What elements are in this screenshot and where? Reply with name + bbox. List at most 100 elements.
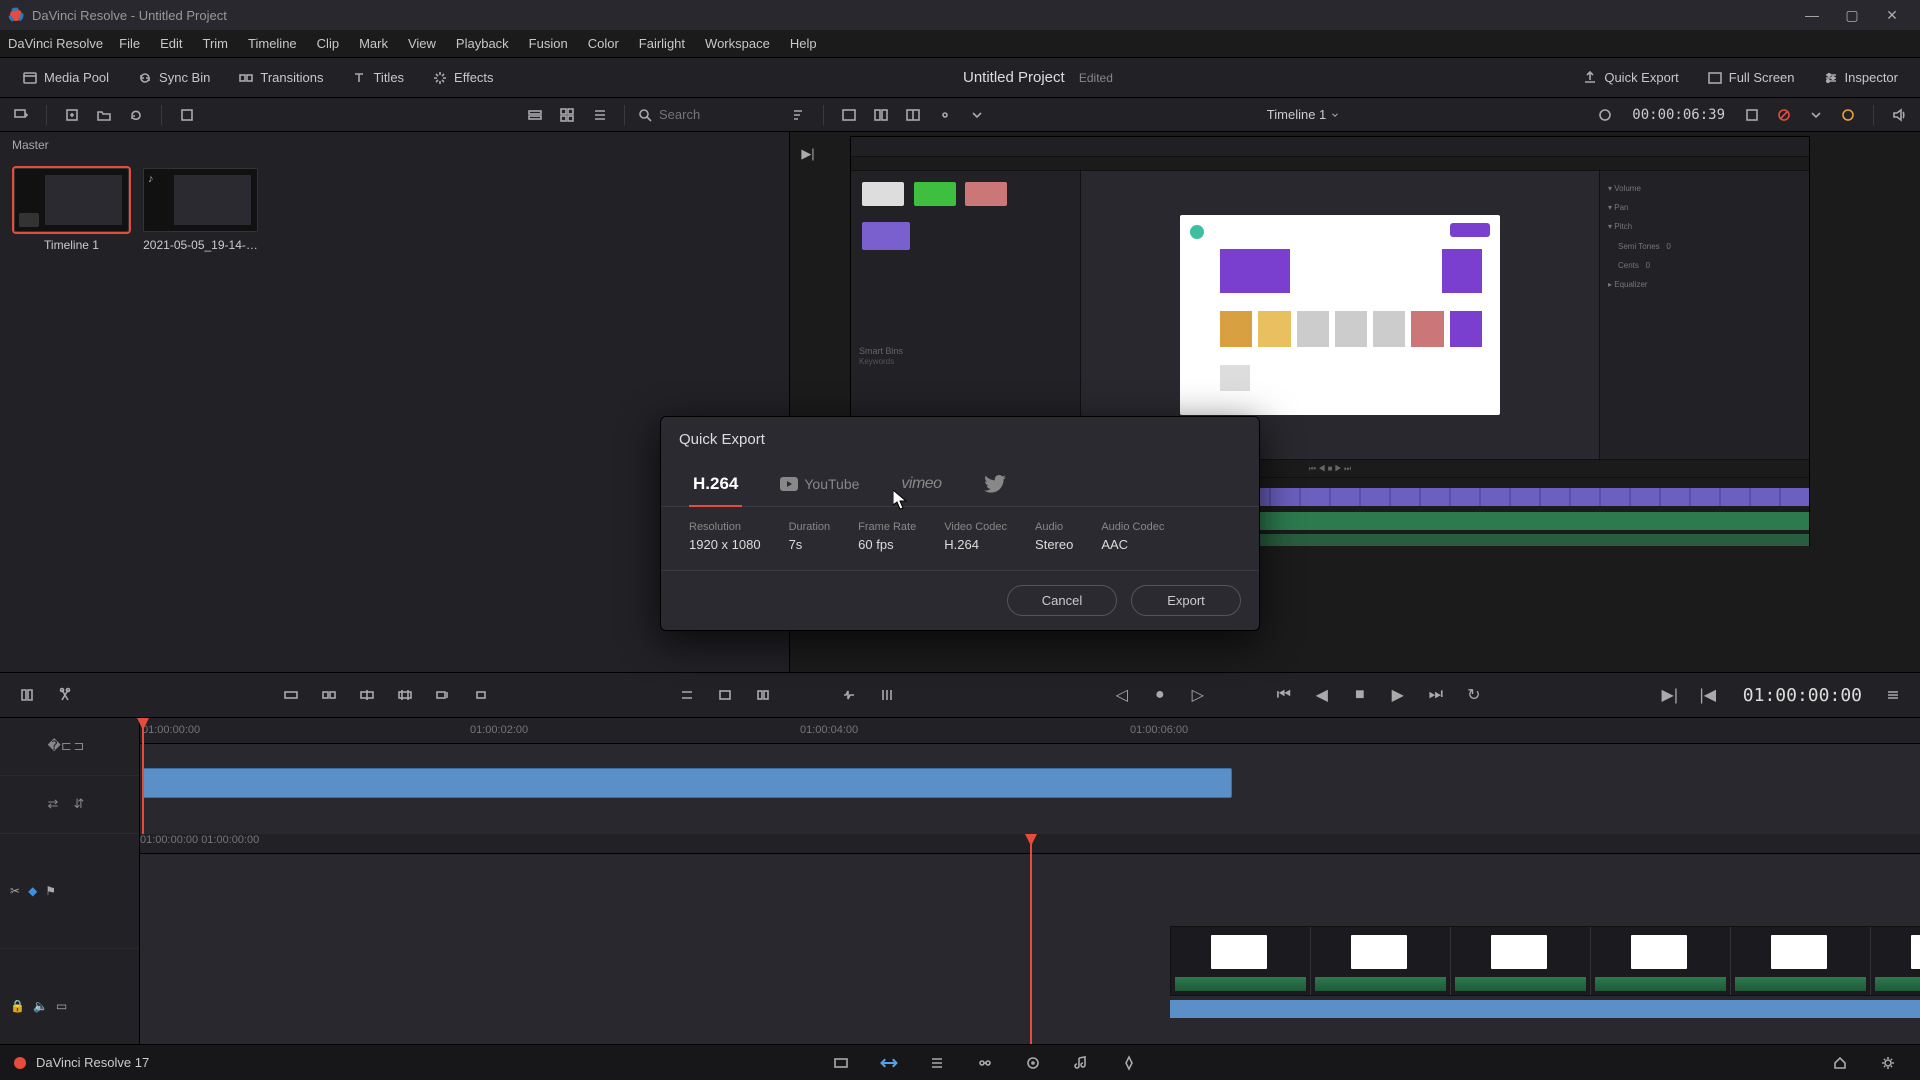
video-clip[interactable]: [1871, 927, 1920, 995]
page-cut[interactable]: [869, 1048, 909, 1078]
mute-icon[interactable]: 🔈: [33, 999, 48, 1013]
mixer-button[interactable]: [872, 680, 902, 710]
edit-tool-2[interactable]: [50, 680, 80, 710]
overwrite-button[interactable]: [314, 680, 344, 710]
track-sync-icon[interactable]: ⇵: [74, 796, 92, 814]
bin-list-dropdown[interactable]: [8, 102, 34, 128]
preset-youtube[interactable]: YouTube: [776, 466, 863, 506]
flag-tool-icon[interactable]: ⚑: [45, 884, 56, 898]
step-back-button[interactable]: ◀: [1307, 680, 1337, 710]
audio-track-clip[interactable]: [1170, 1000, 1920, 1018]
bypass-grade-button[interactable]: [1771, 102, 1797, 128]
video-clip[interactable]: [1171, 927, 1311, 995]
timeline-options-button[interactable]: [1878, 680, 1908, 710]
track-selector-icon2[interactable]: ⊐: [74, 738, 92, 756]
project-settings-button[interactable]: [1868, 1048, 1908, 1078]
view-list-button[interactable]: [586, 102, 612, 128]
append-button[interactable]: [428, 680, 458, 710]
lock-icon[interactable]: 🔒: [10, 999, 25, 1013]
page-color[interactable]: [1013, 1048, 1053, 1078]
view-thumbnail-button[interactable]: [554, 102, 580, 128]
transitions-toggle[interactable]: Transitions: [228, 66, 333, 90]
edit-tool-1[interactable]: [12, 680, 42, 710]
timeline-detail-body[interactable]: 01:00:00:00 01:00:00:00: [140, 834, 1920, 1064]
viewer-mode-1[interactable]: [836, 102, 862, 128]
import-folder-button[interactable]: [91, 102, 117, 128]
speaker-icon[interactable]: [1886, 102, 1912, 128]
mark-in-button[interactable]: ▶|: [1655, 680, 1685, 710]
refresh-button[interactable]: [123, 102, 149, 128]
menu-edit[interactable]: Edit: [150, 32, 192, 55]
media-clip-video[interactable]: ♪ 2021-05-05_19-14-…: [143, 168, 258, 252]
page-edit[interactable]: [917, 1048, 957, 1078]
inspector-toggle[interactable]: Inspector: [1813, 66, 1908, 90]
window-maximize-button[interactable]: ▢: [1832, 1, 1872, 29]
preset-twitter[interactable]: [980, 466, 1010, 506]
menu-fairlight[interactable]: Fairlight: [629, 32, 695, 55]
media-pool-toggle[interactable]: Media Pool: [12, 66, 119, 90]
viewer-mode-3[interactable]: [900, 102, 926, 128]
page-deliver[interactable]: [1109, 1048, 1149, 1078]
sort-button[interactable]: [785, 102, 811, 128]
timeline-overview-ruler[interactable]: 01:00:00:00 01:00:02:00 01:00:04:00 01:0…: [140, 718, 1920, 744]
insert-button[interactable]: [276, 680, 306, 710]
stop-button[interactable]: ■: [1345, 680, 1375, 710]
menu-view[interactable]: View: [398, 32, 446, 55]
menu-timeline[interactable]: Timeline: [238, 32, 307, 55]
menu-help[interactable]: Help: [780, 32, 827, 55]
ripple-button[interactable]: [466, 680, 496, 710]
video-clip[interactable]: [1731, 927, 1871, 995]
sync-bin-toggle[interactable]: Sync Bin: [127, 66, 220, 90]
video-clip[interactable]: [1451, 927, 1591, 995]
replace-button[interactable]: [352, 680, 382, 710]
preset-h264[interactable]: H.264: [689, 466, 742, 506]
cancel-button[interactable]: Cancel: [1007, 585, 1117, 616]
loop-button[interactable]: ↻: [1459, 680, 1489, 710]
audio-trim-button[interactable]: [834, 680, 864, 710]
track-lock-icon[interactable]: ⇄: [48, 796, 66, 814]
overview-playhead[interactable]: [142, 718, 144, 834]
marker-tool-icon[interactable]: ◆: [28, 884, 37, 898]
nav-dot[interactable]: ●: [1145, 680, 1175, 710]
titles-toggle[interactable]: Titles: [341, 66, 414, 90]
viewer-option-1[interactable]: [1739, 102, 1765, 128]
viewer-mode-2[interactable]: [868, 102, 894, 128]
video-track-clips[interactable]: [1170, 926, 1920, 996]
media-clip-timeline[interactable]: Timeline 1: [14, 168, 129, 252]
nav-next[interactable]: ▷: [1183, 680, 1213, 710]
track-enable-icon[interactable]: ▭: [56, 999, 67, 1013]
menu-mark[interactable]: Mark: [349, 32, 398, 55]
window-close-button[interactable]: ✕: [1872, 1, 1912, 29]
render-cache-button[interactable]: [1592, 102, 1618, 128]
timeline-name-dropdown[interactable]: Timeline 1: [1267, 107, 1340, 122]
video-clip[interactable]: [1311, 927, 1451, 995]
search-input[interactable]: [659, 107, 779, 122]
menu-color[interactable]: Color: [578, 32, 629, 55]
viewer-option-2[interactable]: [1803, 102, 1829, 128]
menu-playback[interactable]: Playback: [446, 32, 519, 55]
quick-export-button[interactable]: Quick Export: [1572, 66, 1688, 90]
fit-to-fill-button[interactable]: [390, 680, 420, 710]
import-media-button[interactable]: [59, 102, 85, 128]
effects-toggle[interactable]: Effects: [422, 66, 504, 90]
viewer-dropdown[interactable]: [964, 102, 990, 128]
full-screen-button[interactable]: Full Screen: [1697, 66, 1805, 90]
window-minimize-button[interactable]: —: [1792, 1, 1832, 29]
timeline-overview-body[interactable]: 01:00:00:00 01:00:02:00 01:00:04:00 01:0…: [140, 718, 1920, 834]
trim-tool-1[interactable]: [672, 680, 702, 710]
page-fairlight[interactable]: [1061, 1048, 1101, 1078]
video-clip[interactable]: [1591, 927, 1731, 995]
view-metadata-button[interactable]: [522, 102, 548, 128]
tool-button-1[interactable]: [174, 102, 200, 128]
menu-clip[interactable]: Clip: [307, 32, 349, 55]
prev-clip-button[interactable]: ▶|: [796, 142, 820, 166]
mark-out-button[interactable]: |◀: [1693, 680, 1723, 710]
home-button[interactable]: [1820, 1048, 1860, 1078]
detail-playhead[interactable]: [1030, 834, 1032, 1064]
viewer-overlay-button[interactable]: [932, 102, 958, 128]
overview-clip[interactable]: [142, 768, 1232, 798]
go-first-button[interactable]: ⏮: [1269, 680, 1299, 710]
blade-tool-icon[interactable]: ✂: [10, 884, 20, 898]
menu-trim[interactable]: Trim: [193, 32, 239, 55]
trim-tool-3[interactable]: [748, 680, 778, 710]
